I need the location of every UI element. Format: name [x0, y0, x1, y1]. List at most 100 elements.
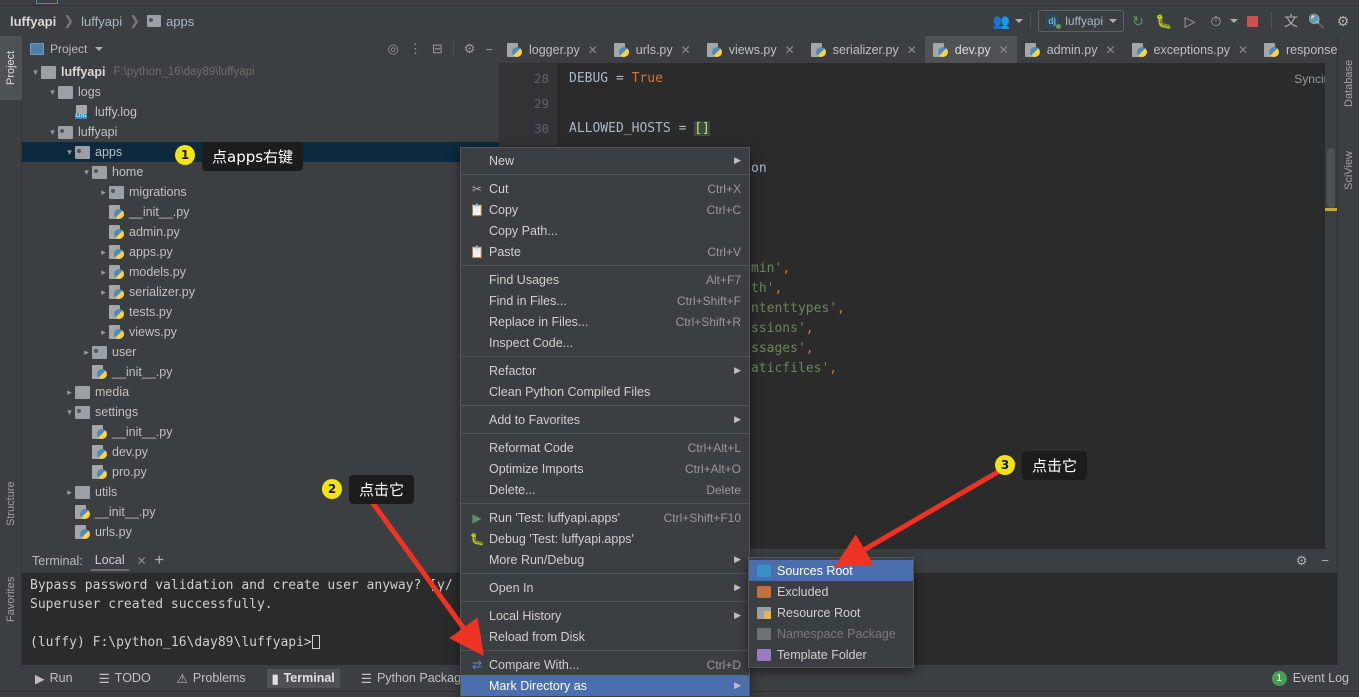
breadcrumb-root[interactable]: luffyapi [10, 14, 56, 29]
scrollbar-thumb[interactable] [1327, 148, 1335, 208]
tree-item-admin-py[interactable]: admin.py [22, 222, 499, 242]
menu-item-refactor[interactable]: Refactor ▶ [461, 360, 749, 381]
run-configuration-selector[interactable]: dj luffyapi [1038, 10, 1124, 32]
user-accounts-icon[interactable]: 👥 [989, 9, 1013, 33]
tree-item-luffyapi[interactable]: ▾ luffyapi F:\python_16\day89\luffyapi [22, 62, 499, 82]
menu-item-clean-python-compiled-files[interactable]: Clean Python Compiled Files [461, 381, 749, 402]
tree-item-logs[interactable]: ▾ logs [22, 82, 499, 102]
editor-tab-urls-py[interactable]: urls.py ✕ [606, 36, 699, 63]
tree-disclosure-icon[interactable]: ▾ [64, 147, 75, 158]
context-menu[interactable]: New ▶ ✂ Cut Ctrl+X 📋 Copy Ctrl+C Copy Path... 📋 Pa… [460, 147, 750, 697]
tree-disclosure-icon[interactable]: ▸ [98, 327, 109, 338]
tree-item-media[interactable]: ▸ media [22, 382, 499, 402]
editor-tab-bar[interactable]: logger.py ✕ urls.py ✕ views.py ✕ serializer.py… [499, 36, 1337, 63]
close-icon[interactable]: ✕ [681, 43, 691, 57]
gear-icon[interactable]: ⚙ [1331, 9, 1355, 33]
stop-icon[interactable] [1240, 9, 1264, 33]
tree-disclosure-icon[interactable]: ▸ [64, 487, 75, 498]
scroll-from-source-icon[interactable]: ◎ [388, 41, 399, 57]
tree-item-tests-py[interactable]: tests.py [22, 302, 499, 322]
menu-item-more-run-debug[interactable]: More Run/Debug ▶ [461, 549, 749, 570]
menu-item-run--test--luffyapi-apps[interactable]: ▶ Run 'Test: luffyapi.apps' Ctrl+Shift+F10 [461, 507, 749, 528]
tree-item-dev-py[interactable]: dev.py [22, 442, 499, 462]
close-icon[interactable]: ✕ [1105, 43, 1115, 57]
close-icon[interactable]: ✕ [907, 43, 917, 57]
menu-item-optimize-imports[interactable]: Optimize Imports Ctrl+Alt+O [461, 458, 749, 479]
close-icon[interactable]: ✕ [588, 43, 598, 57]
rerun-icon[interactable]: ↻ [1126, 9, 1150, 33]
menu-item-copy[interactable]: 📋 Copy Ctrl+C [461, 199, 749, 220]
gear-icon[interactable]: ⚙ [1296, 553, 1308, 569]
tree-disclosure-icon[interactable]: ▸ [98, 187, 109, 198]
submenu-item-sources-root[interactable]: Sources Root [749, 560, 913, 581]
bottom-tab-problems[interactable]: ⚠ Problems [172, 669, 251, 688]
breadcrumb-level-3[interactable]: apps [166, 14, 194, 29]
bottom-tab-todo[interactable]: ☰ TODO [94, 669, 156, 688]
tree-item-apps-py[interactable]: ▸ apps.py [22, 242, 499, 262]
editor-tab-response[interactable]: response [1256, 36, 1337, 63]
menu-item-copy-path[interactable]: Copy Path... [461, 220, 749, 241]
menu-item-reload-from-disk[interactable]: ↻ Reload from Disk [461, 626, 749, 647]
menu-item-debug--test--luffyapi-apps[interactable]: 🐛 Debug 'Test: luffyapi.apps' [461, 528, 749, 549]
tree-disclosure-icon[interactable]: ▾ [47, 87, 58, 98]
menu-item-delete[interactable]: Delete... Delete [461, 479, 749, 500]
gear-icon[interactable]: ⚙ [464, 41, 476, 57]
tree-disclosure-icon[interactable]: ▸ [98, 287, 109, 298]
tree-item-views-py[interactable]: ▸ views.py [22, 322, 499, 342]
chevron-down-icon[interactable] [95, 47, 104, 51]
menu-item-find-in-files[interactable]: Find in Files... Ctrl+Shift+F [461, 290, 749, 311]
menu-item-replace-in-files[interactable]: Replace in Files... Ctrl+Shift+R [461, 311, 749, 332]
hide-panel-icon[interactable]: − [1321, 553, 1329, 569]
terminal-tab-local[interactable]: Local [90, 551, 129, 571]
tree-disclosure-icon[interactable]: ▸ [64, 387, 75, 398]
submenu-item-template-folder[interactable]: Template Folder [749, 644, 913, 665]
menu-item-add-to-favorites[interactable]: Add to Favorites ▶ [461, 409, 749, 430]
run-with-coverage-icon[interactable]: ▷ [1178, 9, 1202, 33]
tree-disclosure-icon[interactable]: ▸ [81, 347, 92, 358]
tree-item---init---py[interactable]: __init__.py [22, 202, 499, 222]
tree-disclosure-icon[interactable]: ▾ [64, 407, 75, 418]
bottom-tab-terminal[interactable]: ▮ Terminal [266, 668, 340, 688]
submenu-item-excluded[interactable]: Excluded [749, 581, 913, 602]
debug-icon[interactable]: 🐛 [1152, 9, 1176, 33]
tree-item---init---py[interactable]: __init__.py [22, 422, 499, 442]
expand-all-icon[interactable]: ⋮ [409, 41, 422, 57]
tree-item-urls-py[interactable]: urls.py [22, 522, 499, 542]
hide-panel-icon[interactable]: − [485, 42, 493, 57]
tree-disclosure-icon[interactable]: ▸ [98, 247, 109, 258]
tree-item-serializer-py[interactable]: ▸ serializer.py [22, 282, 499, 302]
add-terminal-icon[interactable]: + [155, 552, 164, 570]
sidebar-item-database[interactable]: Database [1338, 46, 1359, 120]
submenu-item-resource-root[interactable]: Resource Root [749, 602, 913, 623]
event-log-button[interactable]: 1 Event Log [1271, 670, 1349, 686]
editor-tab-serializer-py[interactable]: serializer.py ✕ [803, 36, 925, 63]
close-icon[interactable]: ✕ [1238, 43, 1248, 57]
menu-item-find-usages[interactable]: Find Usages Alt+F7 [461, 269, 749, 290]
breadcrumb-level-2[interactable]: luffyapi [81, 14, 122, 29]
editor-tab-exceptions-py[interactable]: exceptions.py ✕ [1124, 36, 1257, 63]
tree-item-migrations[interactable]: ▸ migrations [22, 182, 499, 202]
menu-item-open-in[interactable]: Open In ▶ [461, 577, 749, 598]
menu-item-mark-directory-as[interactable]: Mark Directory as ▶ [461, 675, 749, 696]
project-tree[interactable]: ▾ luffyapi F:\python_16\day89\luffyapi ▾ log… [22, 62, 499, 549]
tree-item-settings[interactable]: ▾ settings [22, 402, 499, 422]
menu-item-new[interactable]: New ▶ [461, 150, 749, 171]
menu-item-cut[interactable]: ✂ Cut Ctrl+X [461, 178, 749, 199]
editor-tab-views-py[interactable]: views.py ✕ [699, 36, 803, 63]
sidebar-item-sciview[interactable]: SciView [1338, 136, 1359, 206]
editor-tab-admin-py[interactable]: admin.py ✕ [1017, 36, 1124, 63]
sidebar-item-structure[interactable]: Structure [0, 466, 22, 542]
sidebar-item-project[interactable]: Project [0, 36, 22, 100]
tree-item-luffy-log[interactable]: luffy.log [22, 102, 499, 122]
menu-item-inspect-code[interactable]: Inspect Code... [461, 332, 749, 353]
editor-tab-logger-py[interactable]: logger.py ✕ [499, 36, 606, 63]
sidebar-item-favorites[interactable]: Favorites [0, 556, 22, 642]
mark-directory-as-submenu[interactable]: Sources Root Excluded Resource Root Namespa… [748, 557, 914, 668]
submenu-item-namespace-package[interactable]: Namespace Package [749, 623, 913, 644]
tree-item-pro-py[interactable]: pro.py [22, 462, 499, 482]
collapse-all-icon[interactable]: ⊟ [432, 41, 443, 57]
close-icon[interactable]: ✕ [999, 43, 1009, 57]
menu-item-compare-with[interactable]: ⇄ Compare With... Ctrl+D [461, 654, 749, 675]
tree-item-user[interactable]: ▸ user [22, 342, 499, 362]
menu-item-reformat-code[interactable]: Reformat Code Ctrl+Alt+L [461, 437, 749, 458]
